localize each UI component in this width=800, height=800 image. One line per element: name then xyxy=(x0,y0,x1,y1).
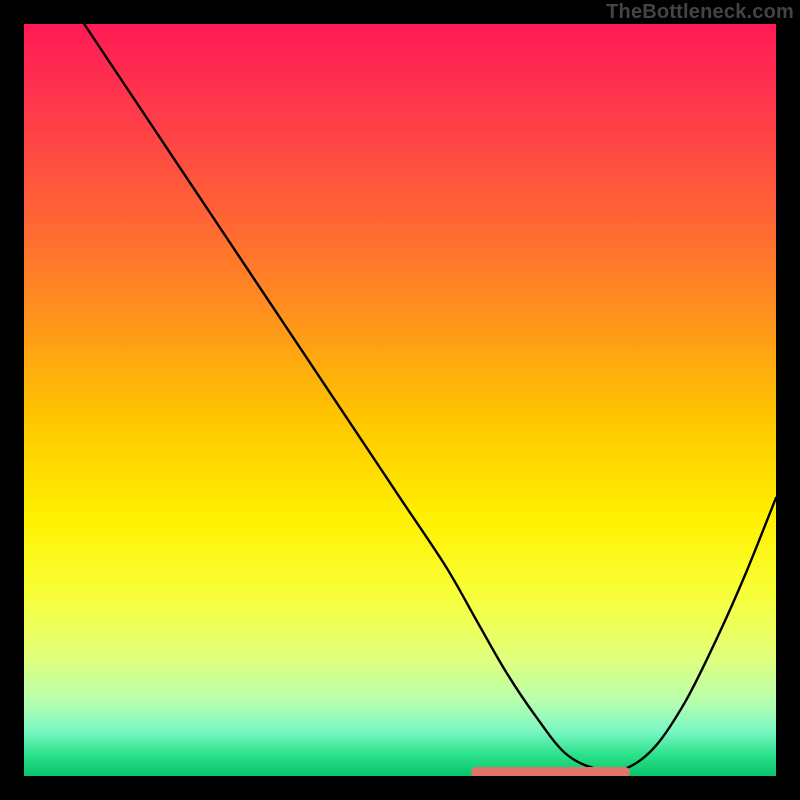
bottleneck-curve xyxy=(84,24,776,771)
watermark-text: TheBottleneck.com xyxy=(606,0,794,24)
curve-layer xyxy=(24,24,776,776)
optimal-band-marker xyxy=(471,767,629,776)
plot-area xyxy=(24,24,776,776)
chart-frame: TheBottleneck.com xyxy=(0,0,800,800)
